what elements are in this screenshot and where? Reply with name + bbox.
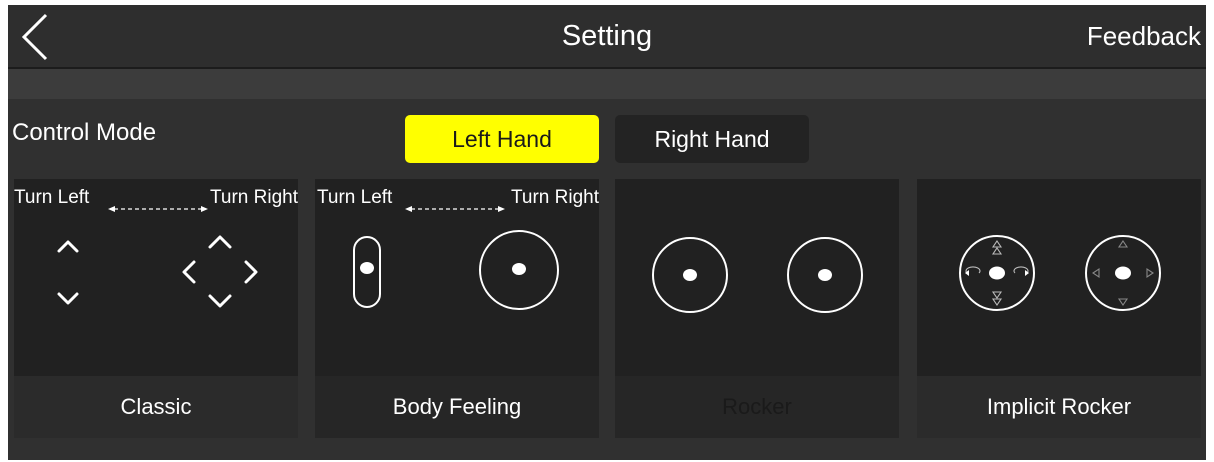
control-mode-label: Control Mode xyxy=(12,119,157,146)
mode-label-body-feeling: Body Feeling xyxy=(315,376,599,438)
mode-card-body-feeling[interactable]: Turn Left Turn Right Body Feeling xyxy=(315,179,599,438)
joystick-icon xyxy=(479,230,559,310)
mode-card-classic[interactable]: Turn Left Turn Right Classic xyxy=(14,179,298,438)
right-hand-button[interactable]: Right Hand xyxy=(615,115,809,163)
settings-screen: Setting Feedback Control Mode Left Hand … xyxy=(8,5,1206,460)
feedback-button[interactable]: Feedback xyxy=(1087,5,1201,67)
mode-label-rocker: Rocker xyxy=(615,376,899,438)
move-right-arrow-icon xyxy=(244,260,258,284)
turn-left-label: Turn Left xyxy=(14,187,90,208)
turn-right-label: Turn Right xyxy=(511,187,599,208)
mode-card-rocker[interactable]: Rocker xyxy=(615,179,899,438)
page-title: Setting xyxy=(561,20,653,52)
mode-label-classic: Classic xyxy=(14,376,298,438)
mode-label-implicit-rocker: Implicit Rocker xyxy=(917,376,1201,438)
classic-preview: Turn Left Turn Right xyxy=(14,187,298,308)
turn-double-arrow-icon xyxy=(108,206,208,212)
move-down-arrow-icon xyxy=(208,294,232,308)
divider-strip xyxy=(8,69,1206,99)
left-joystick-icon xyxy=(652,237,728,313)
throttle-up-arrow-icon xyxy=(57,240,79,253)
right-implicit-joystick-icon xyxy=(1085,235,1161,311)
move-up-arrow-icon xyxy=(208,235,232,249)
move-left-arrow-icon xyxy=(182,260,196,284)
turn-right-label: Turn Right xyxy=(210,187,298,208)
right-joystick-icon xyxy=(787,237,863,313)
implicit-rocker-preview xyxy=(959,235,1161,311)
turn-left-label: Turn Left xyxy=(317,187,393,208)
vertical-slider-icon xyxy=(353,236,381,308)
rocker-preview xyxy=(652,237,863,313)
left-hand-button[interactable]: Left Hand xyxy=(405,115,599,163)
mode-card-implicit-rocker[interactable]: Implicit Rocker xyxy=(917,179,1201,438)
left-implicit-joystick-icon xyxy=(959,235,1035,311)
body-feeling-preview: Turn Left Turn Right xyxy=(317,187,599,310)
throttle-down-arrow-icon xyxy=(57,292,79,305)
top-bar: Setting Feedback xyxy=(8,5,1206,69)
turn-double-arrow-icon xyxy=(405,206,505,212)
